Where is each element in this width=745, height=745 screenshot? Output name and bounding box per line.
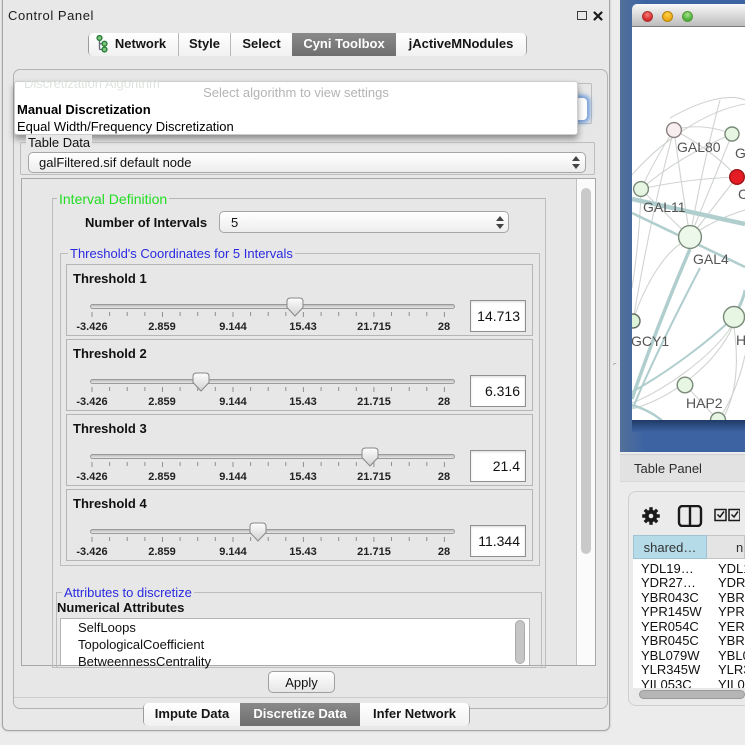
- svg-text:GA: GA: [735, 145, 745, 161]
- svg-text:H: H: [736, 332, 745, 348]
- svg-text:GAL80: GAL80: [677, 139, 721, 155]
- svg-text:GAL4: GAL4: [693, 251, 729, 267]
- svg-text:GAL11: GAL11: [643, 199, 686, 215]
- svg-text:GCY1: GCY1: [632, 333, 669, 349]
- svg-text:C: C: [738, 186, 745, 202]
- svg-text:HAP2: HAP2: [686, 395, 723, 411]
